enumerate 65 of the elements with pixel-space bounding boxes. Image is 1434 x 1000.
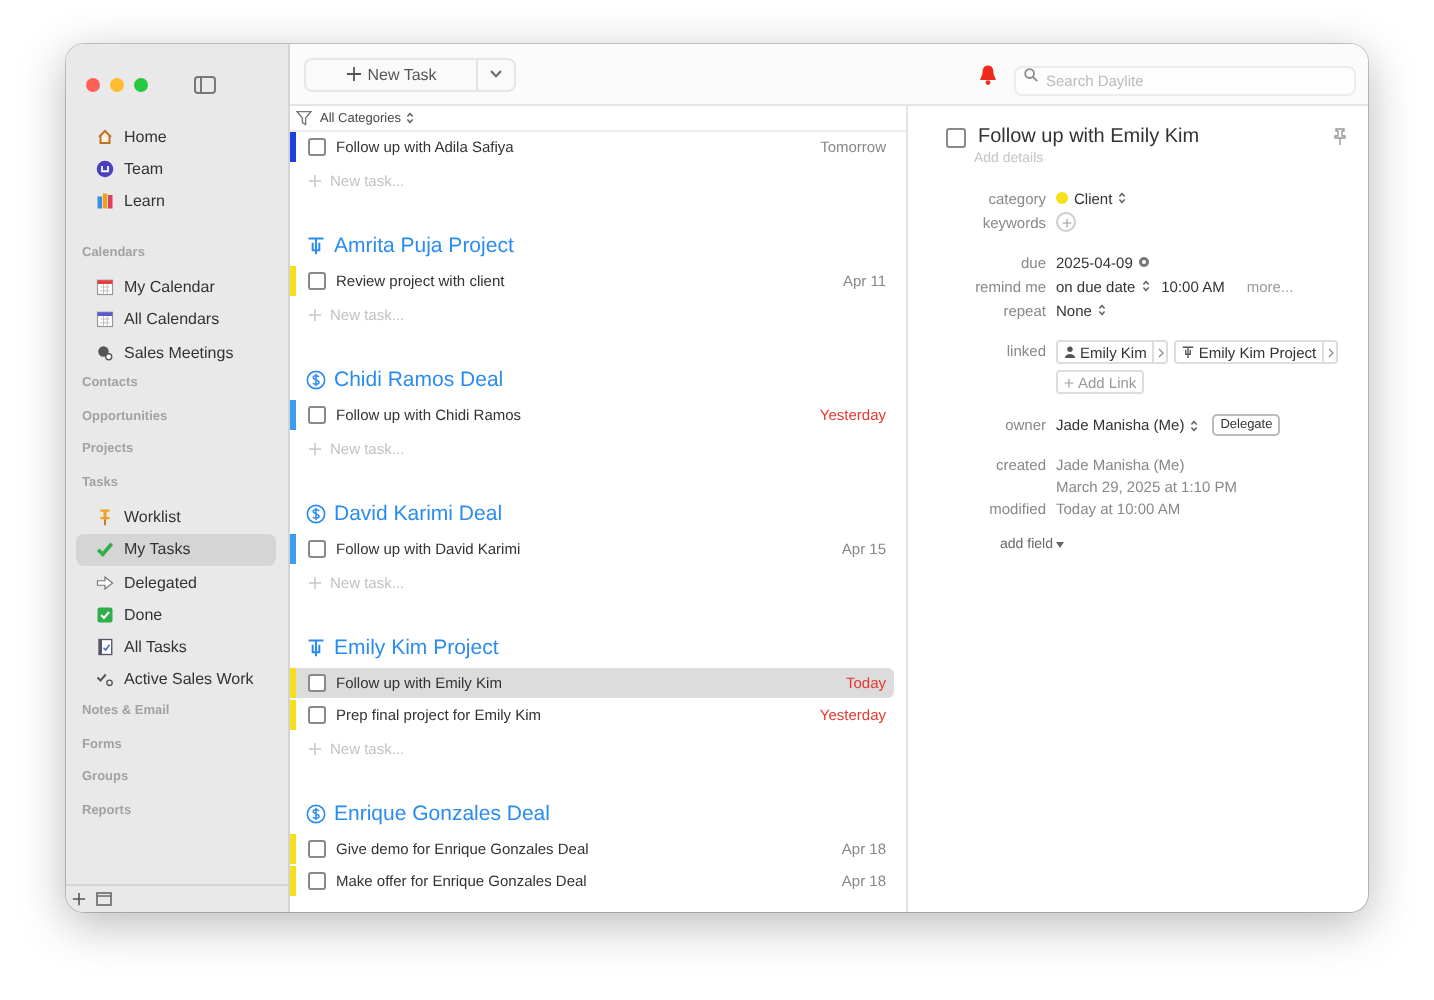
add-icon xyxy=(308,442,322,456)
close-button[interactable] xyxy=(86,77,100,91)
add-icon xyxy=(308,174,322,188)
team-icon xyxy=(96,159,114,178)
updown-icon xyxy=(1118,192,1127,204)
updown-icon xyxy=(406,112,415,124)
dollar-icon xyxy=(306,803,326,823)
filter-icon[interactable] xyxy=(296,110,312,126)
bell-icon[interactable] xyxy=(978,63,998,85)
house-icon xyxy=(96,127,114,146)
add-icon xyxy=(72,892,86,906)
chevron-icon xyxy=(1327,347,1334,357)
sidebar-item[interactable]: All Tasks xyxy=(76,630,276,664)
sidebar-item[interactable]: Learn xyxy=(76,185,276,218)
checkmark-icon xyxy=(96,540,114,559)
person-icon xyxy=(1064,346,1076,358)
checkbox-icon xyxy=(96,605,114,624)
project-icon xyxy=(306,235,326,255)
sidebar-item[interactable]: Delegated xyxy=(76,565,276,599)
project-icon xyxy=(306,637,326,657)
zoom-button[interactable] xyxy=(134,77,148,91)
chevron-icon xyxy=(1157,347,1164,357)
sidebar-item[interactable]: Worklist xyxy=(76,500,276,534)
project-icon xyxy=(1182,346,1195,358)
books-icon xyxy=(96,192,114,211)
gear-icon[interactable] xyxy=(1138,256,1151,268)
updown-icon xyxy=(1141,280,1150,292)
dollar-icon xyxy=(306,369,326,389)
sidebar-item[interactable]: Sales Meetings xyxy=(76,335,276,369)
sidebar-item[interactable]: My Calendar xyxy=(76,270,276,304)
task-title: Follow up with Emily Kim xyxy=(978,126,1202,148)
sidebar-item[interactable]: My Tasks xyxy=(76,533,276,566)
add-icon xyxy=(308,576,322,590)
checkbox[interactable] xyxy=(308,540,326,558)
checkbox[interactable] xyxy=(308,674,326,692)
caret-icon xyxy=(1056,542,1065,548)
meeting-icon xyxy=(96,343,114,362)
updown-icon xyxy=(1190,419,1199,431)
caret-icon xyxy=(490,70,502,78)
checklist-icon xyxy=(96,638,114,657)
plus-icon xyxy=(345,66,362,82)
plus-icon xyxy=(1061,217,1071,227)
checkbox[interactable] xyxy=(308,138,326,156)
sidebar-item[interactable]: Done xyxy=(76,598,276,631)
checkbox[interactable] xyxy=(308,406,326,424)
checkbox[interactable] xyxy=(308,840,326,858)
pin-icon xyxy=(96,507,114,526)
sidebar-toggle-icon[interactable] xyxy=(194,75,216,93)
check-circle-icon xyxy=(96,670,114,689)
plus-icon xyxy=(1064,377,1074,387)
sidebar-item[interactable]: Home xyxy=(76,120,276,153)
search-icon xyxy=(1024,67,1038,81)
pin-icon[interactable] xyxy=(1332,128,1348,146)
dollar-icon xyxy=(306,503,326,523)
checkbox[interactable] xyxy=(308,872,326,890)
sidebar-item[interactable]: Team xyxy=(76,152,276,186)
checkbox[interactable] xyxy=(308,272,326,290)
sidebar-item[interactable]: All Calendars xyxy=(76,303,276,336)
arrow-icon xyxy=(96,573,114,592)
checkbox[interactable] xyxy=(308,706,326,724)
add-icon xyxy=(308,308,322,322)
add-icon xyxy=(308,742,322,756)
sidebar-item[interactable]: Active Sales Work xyxy=(76,663,276,697)
updown-icon xyxy=(1097,304,1106,316)
checkbox[interactable] xyxy=(946,127,966,147)
